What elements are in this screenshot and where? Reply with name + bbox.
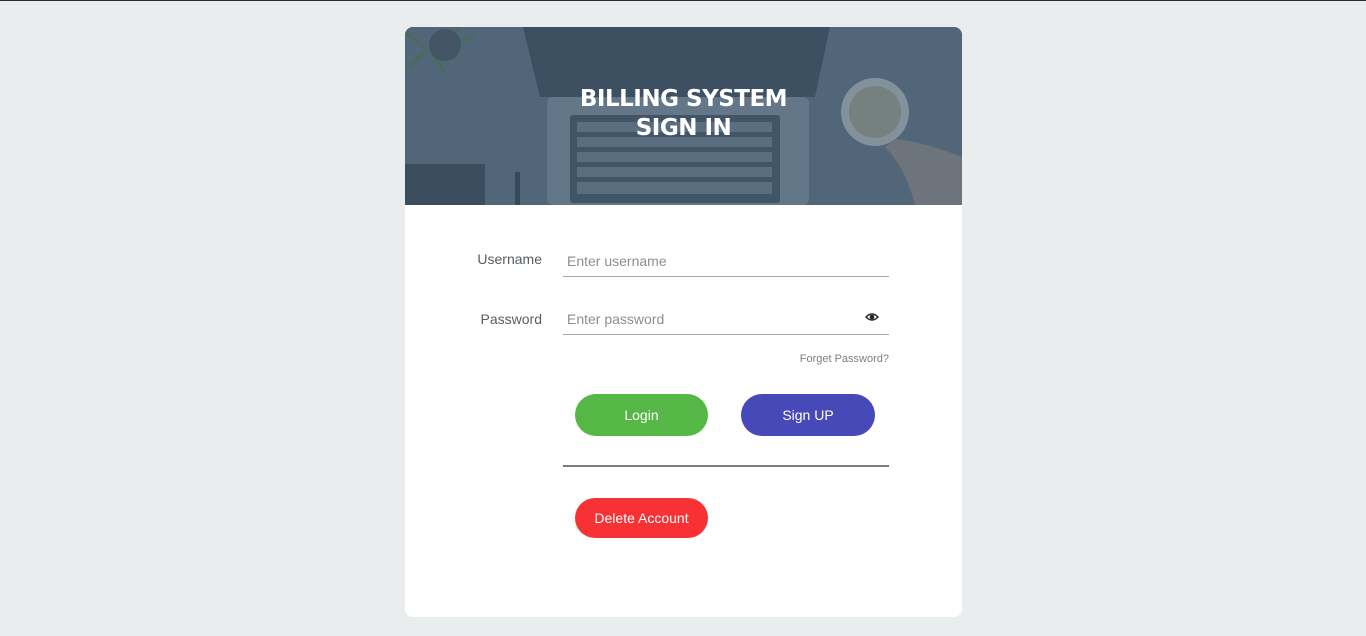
- title-line-1: BILLING SYSTEM: [579, 86, 788, 112]
- login-button[interactable]: Login: [575, 394, 708, 436]
- banner-image: BILLING SYSTEM SIGN IN: [405, 27, 962, 205]
- title-line-2: SIGN IN: [635, 115, 732, 141]
- page-title: BILLING SYSTEM SIGN IN: [405, 85, 962, 143]
- eye-icon[interactable]: [865, 310, 879, 324]
- window-top-border: [0, 0, 1366, 1]
- username-input[interactable]: [563, 245, 889, 277]
- password-label: Password: [480, 311, 542, 327]
- delete-account-button[interactable]: Delete Account: [575, 498, 708, 538]
- password-input[interactable]: [563, 303, 889, 335]
- forget-password-link[interactable]: Forget Password?: [735, 353, 889, 365]
- signup-button[interactable]: Sign UP: [741, 394, 875, 436]
- login-card: BILLING SYSTEM SIGN IN Username Password…: [405, 27, 962, 617]
- username-label: Username: [477, 251, 542, 267]
- divider: [563, 465, 889, 467]
